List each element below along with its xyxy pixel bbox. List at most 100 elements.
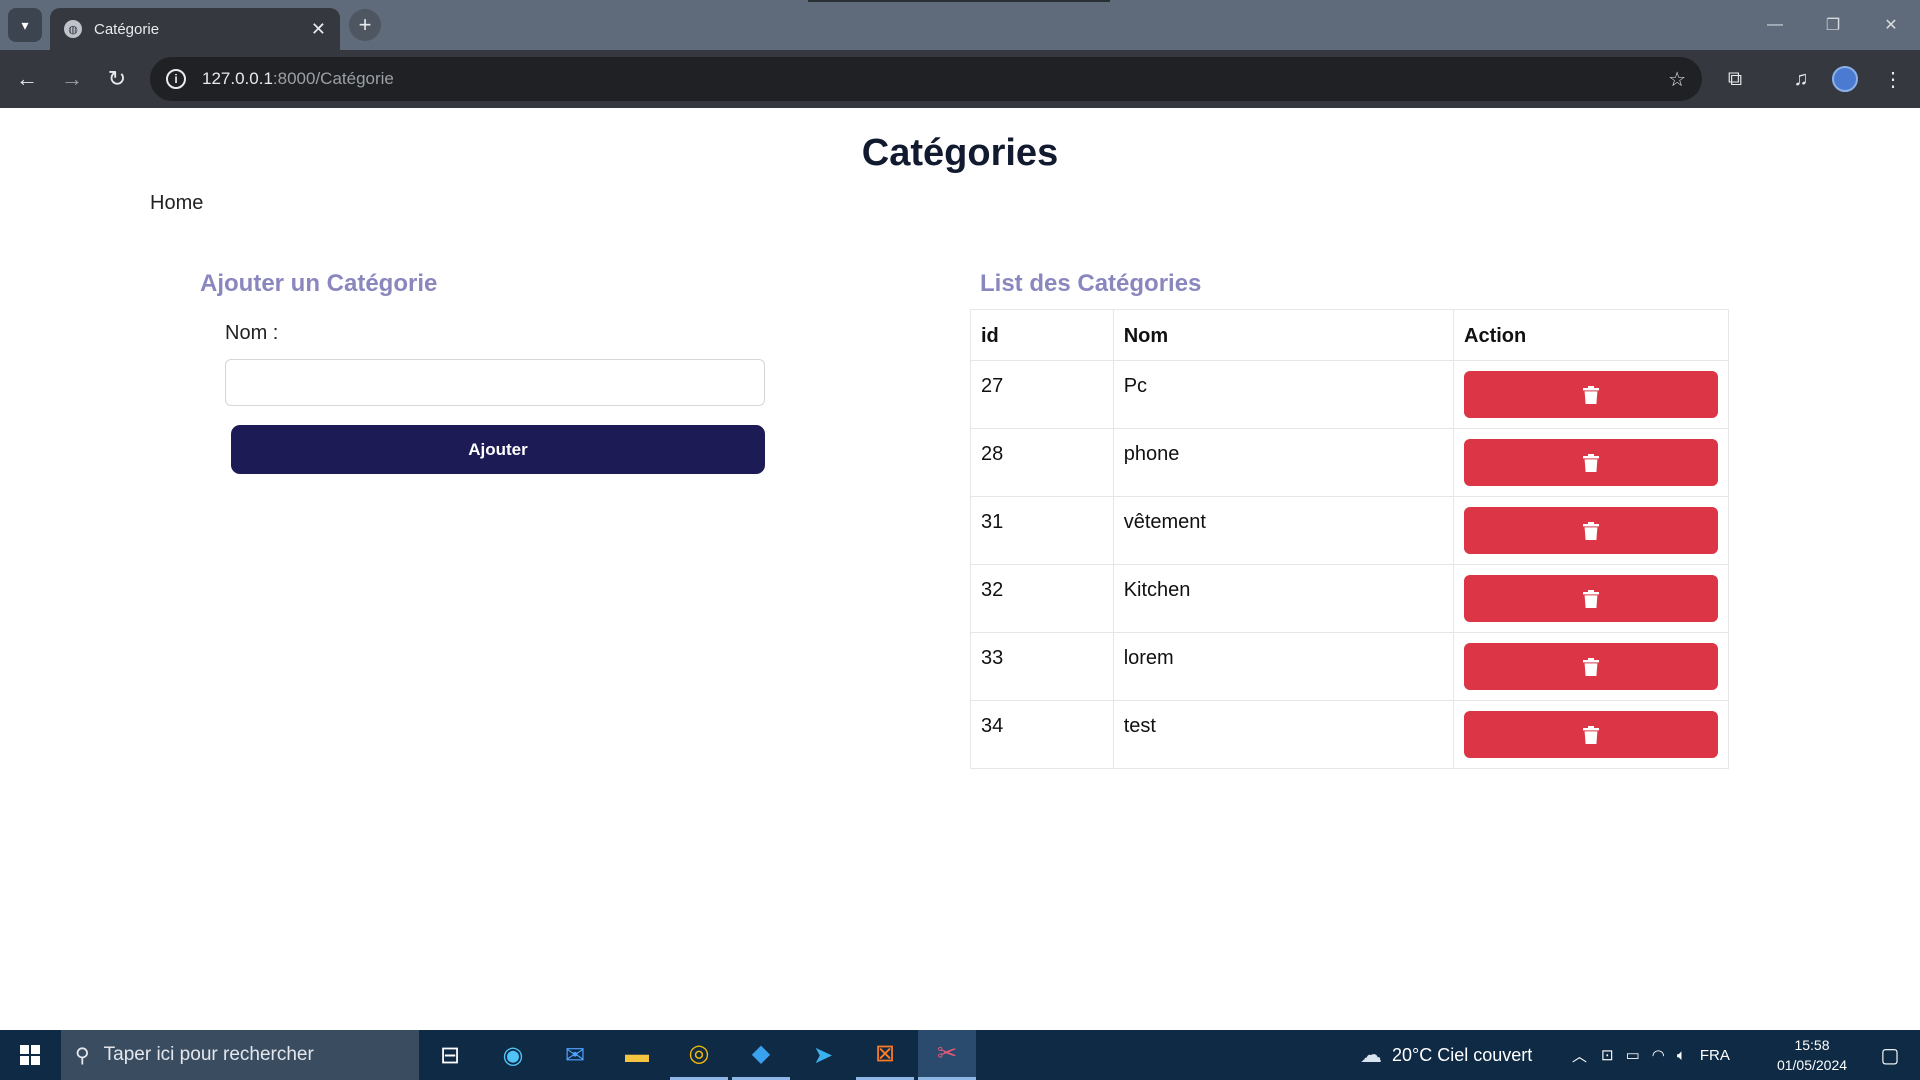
- chevron-down-icon: ▾: [21, 16, 29, 33]
- cell-action: [1453, 360, 1729, 429]
- weather-text: 20°C Ciel couvert: [1392, 1044, 1533, 1065]
- cell-nom: lorem: [1112, 632, 1455, 701]
- menu-kebab-icon[interactable]: ⋮: [1876, 62, 1910, 96]
- window-controls: — ❐ ✕: [1746, 0, 1920, 50]
- home-link[interactable]: Home: [150, 192, 203, 215]
- category-table: id Nom Action 27 Pc 28 phone 31 vêtement…: [970, 309, 1729, 769]
- trash-icon: [1583, 521, 1599, 540]
- plus-icon: +: [358, 12, 372, 37]
- cell-action: [1453, 700, 1729, 769]
- taskbar: ⚲ Taper ici pour rechercher ⊟ ◉ ✉ ▬ ◎ ◆ …: [0, 1030, 1920, 1080]
- cell-id: 33: [970, 632, 1114, 701]
- bookmark-star-icon[interactable]: ☆: [1668, 67, 1686, 92]
- category-list-heading: List des Catégories: [980, 270, 1202, 297]
- snipping-tool-icon[interactable]: ✂: [918, 1030, 976, 1080]
- delete-button[interactable]: [1464, 371, 1718, 418]
- forward-button[interactable]: →: [55, 62, 89, 96]
- extensions-icon[interactable]: ⧉: [1718, 62, 1752, 96]
- page-title: Catégories: [861, 132, 1059, 174]
- browser-tab[interactable]: ◍ Catégorie ✕: [50, 8, 340, 50]
- search-icon: ⚲: [75, 1044, 90, 1067]
- cell-id: 32: [970, 564, 1114, 633]
- windows-logo-icon: [20, 1045, 40, 1065]
- reload-button[interactable]: ↻: [100, 62, 134, 96]
- table-row: 33 lorem: [970, 632, 1729, 701]
- restore-icon[interactable]: ❐: [1804, 0, 1862, 50]
- trash-icon: [1583, 385, 1599, 404]
- cell-nom: test: [1112, 700, 1455, 769]
- taskbar-search[interactable]: ⚲ Taper ici pour rechercher: [61, 1030, 419, 1080]
- language-indicator[interactable]: FRA: [1700, 1047, 1730, 1064]
- weather-widget[interactable]: ☁ 20°C Ciel couvert: [1360, 1030, 1532, 1080]
- tab-search-button[interactable]: ▾: [8, 8, 42, 42]
- delete-button[interactable]: [1464, 575, 1718, 622]
- cell-nom: Pc: [1112, 360, 1455, 429]
- profile-avatar[interactable]: [1832, 66, 1858, 92]
- column-header-id: id: [970, 309, 1114, 361]
- cell-action: [1453, 564, 1729, 633]
- tab-title: Catégorie: [94, 20, 160, 38]
- delete-button[interactable]: [1464, 711, 1718, 758]
- site-info-icon[interactable]: i: [166, 69, 186, 89]
- tab-strip-accent: [808, 0, 1110, 2]
- globe-icon: ◍: [64, 20, 82, 38]
- arrow-right-icon: →: [61, 66, 83, 91]
- table-row: 32 Kitchen: [970, 564, 1729, 633]
- reload-icon: ↻: [107, 66, 127, 91]
- system-tray: ︿ ⊡ ▭ ◠ 🔈︎ FRA: [1572, 1030, 1730, 1080]
- taskbar-search-placeholder: Taper ici pour rechercher: [103, 1044, 314, 1065]
- cell-id: 28: [970, 428, 1114, 497]
- cell-action: [1453, 428, 1729, 497]
- meet-now-icon[interactable]: ⊡: [1601, 1046, 1614, 1064]
- browser-toolbar: ← → ↻ i 127.0.0.1:8000/Catégorie ☆ ⧉ ♫ ⋮: [0, 50, 1920, 108]
- close-window-icon[interactable]: ✕: [1862, 0, 1920, 50]
- column-header-nom: Nom: [1112, 309, 1455, 361]
- table-row: 27 Pc: [970, 360, 1729, 429]
- mail-icon[interactable]: ✉: [546, 1030, 604, 1080]
- task-view-icon[interactable]: ⊟: [421, 1030, 479, 1080]
- ajouter-button[interactable]: Ajouter: [231, 425, 765, 474]
- cell-id: 27: [970, 360, 1114, 429]
- trash-icon: [1583, 453, 1599, 472]
- cell-action: [1453, 496, 1729, 565]
- telegram-icon[interactable]: ➤: [794, 1030, 852, 1080]
- vscode-icon[interactable]: ◆: [732, 1030, 790, 1080]
- notification-icon[interactable]: ▢: [1866, 1030, 1914, 1080]
- nom-input[interactable]: [225, 359, 765, 406]
- battery-icon[interactable]: ▭: [1626, 1046, 1640, 1064]
- clock-date: 01/05/2024: [1776, 1057, 1848, 1073]
- edge-icon[interactable]: ◉: [484, 1030, 542, 1080]
- column-header-action: Action: [1453, 309, 1729, 361]
- cell-nom: phone: [1112, 428, 1455, 497]
- volume-icon[interactable]: 🔈︎: [1677, 1047, 1686, 1064]
- back-button[interactable]: ←: [10, 62, 44, 96]
- cloud-icon: ☁: [1360, 1042, 1382, 1067]
- address-bar[interactable]: i 127.0.0.1:8000/Catégorie ☆: [150, 57, 1702, 101]
- delete-button[interactable]: [1464, 439, 1718, 486]
- chevron-up-icon[interactable]: ︿: [1572, 1045, 1587, 1066]
- chrome-icon[interactable]: ◎: [670, 1030, 728, 1080]
- browser-tab-strip: ▾ ◍ Catégorie ✕ + — ❐ ✕: [0, 0, 1920, 50]
- delete-button[interactable]: [1464, 507, 1718, 554]
- cell-id: 34: [970, 700, 1114, 769]
- start-button[interactable]: [0, 1030, 60, 1080]
- close-tab-icon[interactable]: ✕: [311, 19, 326, 40]
- nom-label: Nom :: [225, 322, 279, 344]
- trash-icon: [1583, 725, 1599, 744]
- cell-nom: Kitchen: [1112, 564, 1455, 633]
- arrow-left-icon: ←: [16, 66, 38, 91]
- add-category-heading: Ajouter un Catégorie: [200, 270, 438, 297]
- table-row: 31 vêtement: [970, 496, 1729, 565]
- trash-icon: [1583, 589, 1599, 608]
- delete-button[interactable]: [1464, 643, 1718, 690]
- clock[interactable]: 15:58 01/05/2024: [1762, 1035, 1862, 1075]
- url-host: 127.0.0.1: [202, 69, 273, 88]
- xampp-icon[interactable]: ⊠: [856, 1030, 914, 1080]
- file-explorer-icon[interactable]: ▬: [608, 1030, 666, 1080]
- minimize-icon[interactable]: —: [1746, 0, 1804, 50]
- wifi-icon[interactable]: ◠: [1652, 1046, 1665, 1064]
- new-tab-button[interactable]: +: [349, 9, 381, 41]
- table-header-row: id Nom Action: [970, 309, 1729, 361]
- cell-id: 31: [970, 496, 1114, 565]
- media-control-icon[interactable]: ♫: [1784, 62, 1818, 96]
